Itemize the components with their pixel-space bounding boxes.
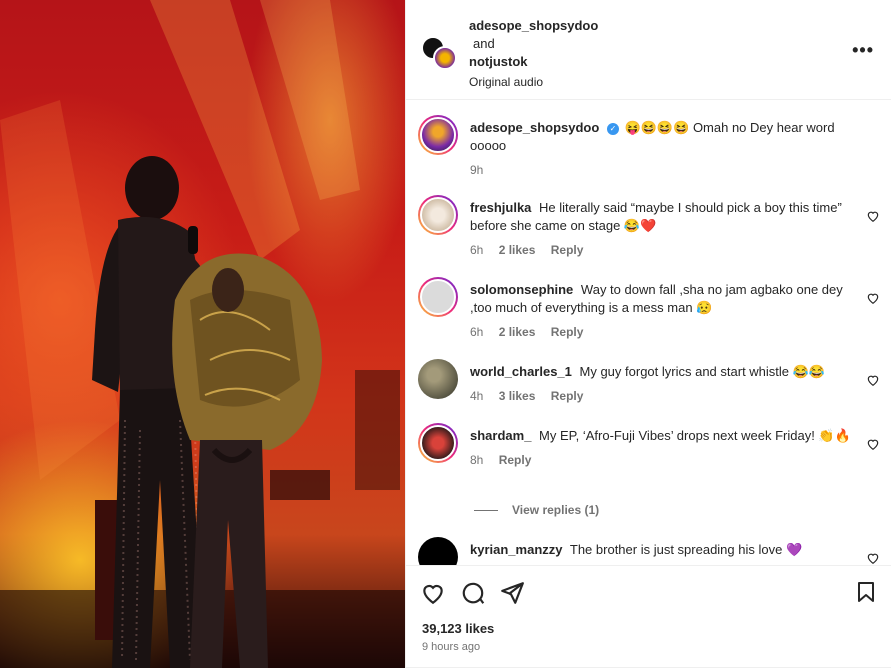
comment-meta: 4h 3 likes Reply	[470, 387, 862, 405]
caption-emoji: 😝😆😆😆	[624, 120, 690, 135]
caption-time[interactable]: 9h	[470, 163, 483, 177]
comments-list[interactable]: adesope_shopsydoo ✓ 😝😆😆😆 Omah no Dey hea…	[406, 101, 891, 565]
likes-count[interactable]: 39,123 likes	[422, 621, 494, 636]
more-options-icon[interactable]: •••	[852, 40, 874, 61]
like-comment-icon[interactable]	[866, 373, 880, 387]
header-joiner: and	[473, 36, 495, 51]
view-replies-button[interactable]: View replies (1)	[474, 503, 599, 517]
comment-username[interactable]: kyrian_manzzy	[470, 542, 563, 557]
comment-body: shardam_ My EP, ‘Afro-Fuji Vibes’ drops …	[470, 427, 862, 469]
caption-meta: 9h	[470, 161, 862, 179]
post-actions	[420, 580, 535, 609]
comment-body: freshjulka He literally said “maybe I sh…	[470, 199, 862, 259]
comment-time[interactable]: 8h	[470, 453, 483, 467]
like-comment-icon[interactable]	[866, 209, 880, 223]
share-send-icon[interactable]	[499, 580, 525, 606]
comment-likes[interactable]: 2 likes	[499, 243, 536, 257]
comment-text: My guy forgot lyrics and start whistle 😂…	[579, 364, 826, 379]
post-footer: 39,123 likes 9 hours ago	[406, 565, 891, 668]
avatar[interactable]	[418, 195, 458, 235]
comment-likes[interactable]: 3 likes	[499, 389, 536, 403]
audio-label[interactable]: Original audio	[469, 73, 598, 91]
avatar[interactable]	[418, 277, 458, 317]
post-media[interactable]	[0, 0, 405, 668]
like-heart-icon[interactable]	[420, 580, 446, 606]
reply-button[interactable]: Reply	[551, 389, 584, 403]
comment-bubble-icon[interactable]	[460, 580, 486, 606]
comment-text: My EP, ‘Afro-Fuji Vibes’ drops next week…	[539, 428, 851, 443]
header-username-2[interactable]: notjustok	[469, 53, 598, 71]
comment-meta: 6h 2 likes Reply	[470, 241, 862, 259]
reply-button[interactable]: Reply	[499, 453, 532, 467]
post-header: adesope_shopsydoo and notjustok Original…	[406, 0, 891, 100]
reply-button[interactable]: Reply	[551, 243, 584, 257]
comment-time[interactable]: 6h	[470, 325, 483, 339]
comment-meta: 8h Reply	[470, 451, 862, 469]
comment-body: solomonsephine Way to down fall ,sha no …	[470, 281, 862, 341]
caption-username[interactable]: adesope_shopsydoo	[470, 120, 599, 135]
post-time[interactable]: 9 hours ago	[422, 641, 480, 653]
bookmark-icon[interactable]	[854, 580, 878, 604]
comment-username[interactable]: world_charles_1	[470, 364, 572, 379]
header-username-1[interactable]: adesope_shopsydoo	[469, 17, 598, 35]
collab-avatars[interactable]	[421, 36, 457, 70]
like-comment-icon[interactable]	[866, 291, 880, 305]
reply-button[interactable]: Reply	[551, 325, 584, 339]
comment-text: The brother is just spreading his love 💜	[569, 542, 803, 557]
comment-body: world_charles_1 My guy forgot lyrics and…	[470, 363, 862, 405]
collab-names: adesope_shopsydoo and notjustok Original…	[469, 17, 598, 91]
verified-icon: ✓	[606, 122, 619, 135]
caption-body: adesope_shopsydoo ✓ 😝😆😆😆 Omah no Dey hea…	[470, 119, 862, 179]
comment-likes[interactable]: 2 likes	[499, 325, 536, 339]
comment-body: kyrian_manzzy The brother is just spread…	[470, 541, 862, 559]
stage-scene	[0, 0, 405, 668]
comment-time[interactable]: 6h	[470, 243, 483, 257]
like-comment-icon[interactable]	[866, 551, 880, 565]
avatar[interactable]	[418, 537, 458, 565]
comment-time[interactable]: 4h	[470, 389, 483, 403]
like-comment-icon[interactable]	[866, 437, 880, 451]
avatar-notjustok[interactable]	[433, 46, 457, 70]
comment-username[interactable]: shardam_	[470, 428, 531, 443]
comment-meta: 6h 2 likes Reply	[470, 323, 862, 341]
avatar[interactable]	[418, 359, 458, 399]
comment-username[interactable]: solomonsephine	[470, 282, 573, 297]
avatar[interactable]	[418, 115, 458, 155]
post-details-panel: adesope_shopsydoo and notjustok Original…	[405, 0, 891, 668]
comment-username[interactable]: freshjulka	[470, 200, 531, 215]
view-replies-label: View replies (1)	[512, 503, 600, 517]
avatar[interactable]	[418, 423, 458, 463]
replies-divider	[474, 510, 498, 512]
